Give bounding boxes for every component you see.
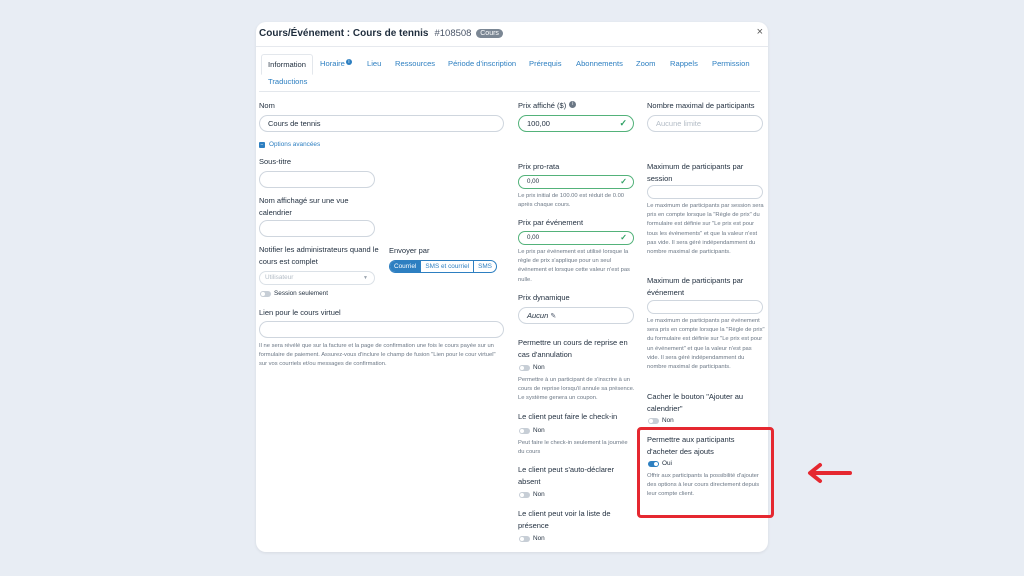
cours-reprise-toggle[interactable] [519, 365, 530, 371]
notifier-label: Notifier les administrateurs quand le co… [259, 245, 379, 266]
max-participants-input[interactable]: Aucune limite [647, 115, 763, 132]
info-icon-badge: i [569, 101, 577, 108]
tab-horaire[interactable]: Horaire i [320, 59, 352, 68]
tab-bar: Information Horaire i Lieu Ressources Pér… [259, 54, 760, 92]
nom-affichage-label: Nom affichagé sur une vue calendrier [259, 196, 349, 217]
prix-par-evenement-hint: Le prix par événement est utilisé lorsqu… [518, 249, 630, 283]
tab-permission[interactable]: Permission [712, 59, 750, 68]
nom-label: Nom [259, 101, 275, 110]
prix-affiche-value: 100,00 [527, 119, 550, 128]
highlight-box [637, 427, 774, 518]
auto-absent-toggle[interactable] [519, 492, 530, 498]
auto-absent-value: Non [533, 491, 545, 498]
liste-presence-label: Le client peut voir la liste de présence [518, 509, 611, 530]
tab-horaire-label: Horaire [320, 59, 345, 68]
nom-input[interactable]: Cours de tennis [259, 115, 504, 132]
notifier-select[interactable]: Utilisateur ▼ [259, 271, 375, 285]
close-icon[interactable]: × [757, 26, 763, 38]
tab-periode-inscription[interactable]: Période d'inscription [448, 59, 516, 68]
cours-reprise-value: Non [533, 364, 545, 371]
tab-zoom[interactable]: Zoom [636, 59, 655, 68]
envoyer-par-segmented: Courriel SMS et courriel SMS [389, 260, 497, 273]
arrow-left-icon [808, 463, 852, 483]
options-avancees-link[interactable]: Options avancées [269, 141, 320, 148]
edit-icon[interactable]: ✎ [550, 313, 556, 320]
max-par-evenement-label: Maximum de participants par événement [647, 276, 744, 297]
tab-lieu[interactable]: Lieu [367, 59, 381, 68]
check-in-toggle[interactable] [519, 428, 530, 434]
check-in-label: Le client peut faire le check-in [518, 412, 618, 421]
check-in-value: Non [533, 427, 545, 434]
liste-presence-toggle[interactable] [519, 536, 530, 542]
modal-header: Cours/Événement : Cours de tennis #108508… [259, 28, 503, 39]
prix-prorata-label: Prix pro-rata [518, 162, 560, 171]
notifier-placeholder: Utilisateur [265, 274, 294, 281]
check-in-hint: Peut faire le check-in seulement la jour… [518, 440, 628, 456]
course-badge: Cours [476, 29, 503, 38]
header-divider [256, 46, 768, 47]
liste-presence-value: Non [533, 535, 545, 542]
tab-ressources[interactable]: Ressources [395, 59, 435, 68]
prix-par-evenement-input[interactable]: 0,00 ✓ [518, 231, 634, 245]
prix-affiche-label: Prix affiché ($) i [518, 100, 577, 112]
prix-dynamique-value: Aucun [527, 311, 549, 320]
sous-titre-input[interactable] [259, 171, 375, 188]
max-par-session-input[interactable] [647, 185, 763, 199]
lien-virtuel-label: Lien pour le cours virtuel [259, 308, 341, 317]
prix-affiche-text: Prix affiché ($) [518, 101, 567, 110]
max-par-session-label: Maximum de participants par session [647, 162, 744, 183]
check-icon: ✓ [620, 233, 627, 242]
prix-prorata-hint: Le prix initial de 100.00 est réduit de … [518, 193, 625, 209]
max-par-session-hint: Le maximum de participants par session s… [647, 203, 764, 256]
envoyer-courriel-option[interactable]: Courriel [390, 261, 422, 272]
info-icon: i [345, 59, 352, 65]
max-par-evenement-input[interactable] [647, 300, 763, 314]
cacher-calendrier-label: Cacher le bouton "Ajouter au calendrier" [647, 392, 744, 413]
prix-par-evenement-label: Prix par événement [518, 218, 584, 227]
prix-par-evenement-value: 0,00 [527, 234, 540, 241]
modal-title: Cours/Événement : Cours de tennis [259, 28, 429, 39]
cacher-calendrier-value: Non [662, 417, 674, 424]
check-icon: ✓ [620, 177, 627, 186]
tab-prerequis[interactable]: Prérequis [529, 59, 562, 68]
nom-affichage-input[interactable] [259, 220, 375, 237]
prix-dynamique-field[interactable]: Aucun ✎ [518, 307, 634, 324]
tab-rappels[interactable]: Rappels [670, 59, 698, 68]
sous-titre-label: Sous-titre [259, 157, 292, 166]
lien-virtuel-hint: Il ne sera révélé que sur la facture et … [259, 343, 496, 368]
envoyer-sms-option[interactable]: SMS [474, 261, 496, 272]
max-par-evenement-hint: Le maximum de participants par événement… [647, 318, 765, 371]
cours-reprise-hint: Permettre à un participant de s'inscrire… [518, 377, 635, 402]
prix-affiche-input[interactable]: 100,00 ✓ [518, 115, 634, 132]
options-avancees-checkbox[interactable]: − [259, 142, 265, 148]
chevron-down-icon: ▼ [363, 275, 368, 281]
cours-reprise-label: Permettre un cours de reprise en cas d'a… [518, 338, 628, 359]
max-participants-label: Nombre maximal de participants [647, 101, 755, 110]
tab-information[interactable]: Information [261, 54, 313, 75]
tab-abonnements[interactable]: Abonnements [576, 59, 623, 68]
prix-dynamique-label: Prix dynamique [518, 293, 570, 302]
session-seulement-toggle[interactable] [260, 291, 271, 297]
cacher-calendrier-toggle[interactable] [648, 418, 659, 424]
prix-prorata-value: 0,00 [527, 178, 540, 185]
lien-virtuel-input[interactable] [259, 321, 504, 338]
envoyer-par-label: Envoyer par [389, 246, 430, 255]
course-number: #108508 [434, 28, 472, 39]
session-seulement-label: Session seulement [274, 290, 328, 297]
prix-prorata-input[interactable]: 0,00 ✓ [518, 175, 634, 189]
envoyer-sms-courriel-option[interactable]: SMS et courriel [421, 261, 475, 272]
check-icon: ✓ [619, 118, 627, 128]
info-icon: i [568, 101, 577, 110]
tab-traductions[interactable]: Traductions [268, 77, 307, 86]
auto-absent-label: Le client peut s'auto-déclarer absent [518, 465, 615, 486]
